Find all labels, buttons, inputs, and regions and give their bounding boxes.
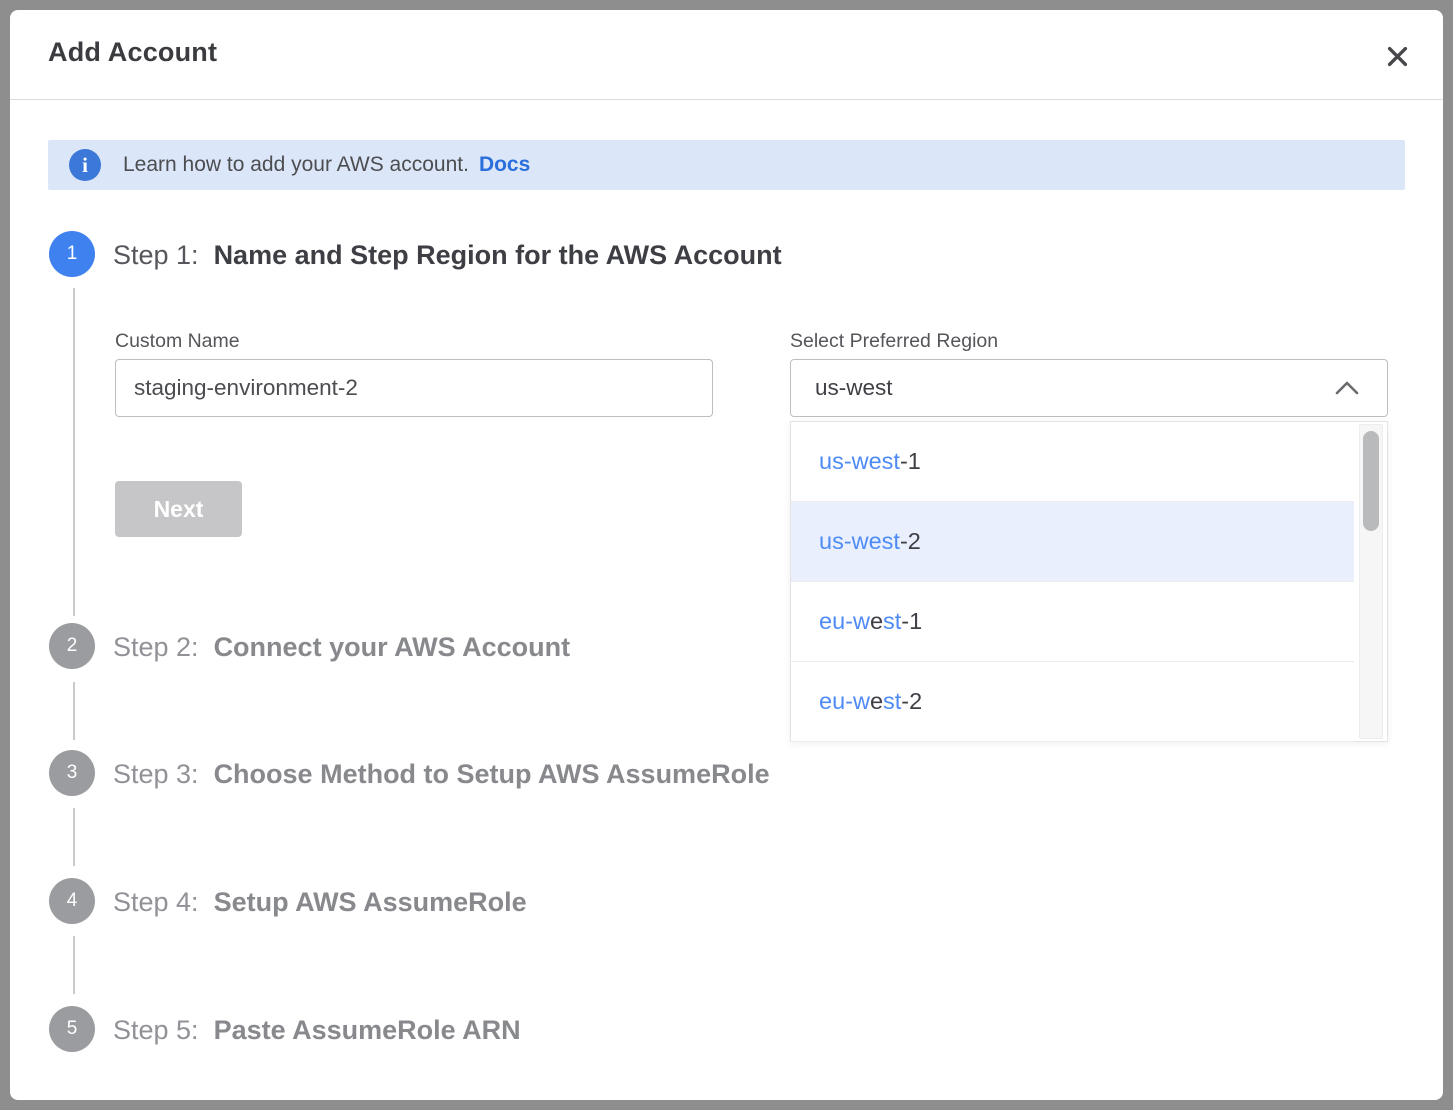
- option-text-segment: -2: [900, 528, 921, 555]
- step-3-number: 3: [67, 762, 78, 784]
- step-2-heading: Step 2: Connect your AWS Account: [113, 628, 570, 666]
- modal-header: Add Account: [10, 10, 1443, 100]
- step-1-prefix: Step 1:: [113, 240, 199, 271]
- option-text-segment: -1: [900, 448, 921, 475]
- step-1-title: Name and Step Region for the AWS Account: [214, 240, 782, 271]
- region-option-eu-west-1[interactable]: eu-west-1: [791, 582, 1354, 662]
- option-text-segment: eu-w: [819, 608, 870, 635]
- info-icon: i: [69, 149, 101, 181]
- step-2-number: 2: [67, 635, 78, 657]
- step-connector: [73, 936, 75, 994]
- page-title: Add Account: [48, 37, 217, 68]
- custom-name-label: Custom Name: [115, 330, 240, 353]
- step-1-number: 1: [67, 243, 78, 265]
- region-dropdown: us-west-1 us-west-2 eu-west-1 eu-west-2: [790, 421, 1388, 742]
- step-5-title: Paste AssumeRole ARN: [214, 1015, 521, 1046]
- step-5-prefix: Step 5:: [113, 1015, 199, 1046]
- step-2-indicator: 2: [49, 623, 95, 669]
- option-text-segment: us-west: [819, 448, 900, 475]
- dropdown-scrollbar-thumb[interactable]: [1363, 431, 1379, 531]
- step-1-heading: Step 1: Name and Step Region for the AWS…: [113, 236, 782, 274]
- option-text-segment: e: [870, 608, 883, 635]
- step-5-heading: Step 5: Paste AssumeRole ARN: [113, 1011, 521, 1049]
- step-5-indicator: 5: [49, 1006, 95, 1052]
- add-account-modal: Add Account i Learn how to add your AWS …: [10, 10, 1443, 1100]
- step-4-indicator: 4: [49, 878, 95, 924]
- option-text-segment: eu-w: [819, 688, 870, 715]
- option-text-segment: e: [870, 688, 883, 715]
- step-connector: [73, 808, 75, 866]
- next-button[interactable]: Next: [115, 481, 242, 537]
- region-label: Select Preferred Region: [790, 330, 998, 353]
- step-3-title: Choose Method to Setup AWS AssumeRole: [214, 759, 770, 790]
- step-3-indicator: 3: [49, 750, 95, 796]
- option-text-segment: st: [883, 688, 901, 715]
- dropdown-scrollbar-track[interactable]: [1359, 424, 1383, 739]
- region-select-value: us-west: [815, 375, 893, 401]
- option-text-segment: -1: [901, 608, 922, 635]
- option-text-segment: us-west: [819, 528, 900, 555]
- close-icon: [1384, 43, 1411, 70]
- close-button[interactable]: [1379, 38, 1415, 74]
- info-banner: i Learn how to add your AWS account. Doc…: [48, 140, 1405, 190]
- step-5-number: 5: [67, 1018, 78, 1040]
- region-option-us-west-2[interactable]: us-west-2: [791, 502, 1354, 582]
- step-1-indicator: 1: [49, 231, 95, 277]
- step-2-title: Connect your AWS Account: [214, 632, 571, 663]
- step-3-prefix: Step 3:: [113, 759, 199, 790]
- region-option-us-west-1[interactable]: us-west-1: [791, 422, 1354, 502]
- option-text-segment: -2: [901, 688, 922, 715]
- region-option-eu-west-2[interactable]: eu-west-2: [791, 662, 1354, 742]
- step-4-number: 4: [67, 890, 78, 912]
- step-3-heading: Step 3: Choose Method to Setup AWS Assum…: [113, 755, 770, 793]
- docs-link[interactable]: Docs: [479, 153, 530, 177]
- step-connector: [73, 288, 75, 616]
- step-4-heading: Step 4: Setup AWS AssumeRole: [113, 883, 527, 921]
- step-4-prefix: Step 4:: [113, 887, 199, 918]
- step-2-prefix: Step 2:: [113, 632, 199, 663]
- step-4-title: Setup AWS AssumeRole: [214, 887, 527, 918]
- banner-text: Learn how to add your AWS account.: [123, 153, 469, 177]
- option-text-segment: st: [883, 608, 901, 635]
- step-connector: [73, 682, 75, 740]
- custom-name-input[interactable]: [115, 359, 713, 417]
- chevron-up-icon: [1335, 382, 1359, 395]
- region-select[interactable]: us-west: [790, 359, 1388, 417]
